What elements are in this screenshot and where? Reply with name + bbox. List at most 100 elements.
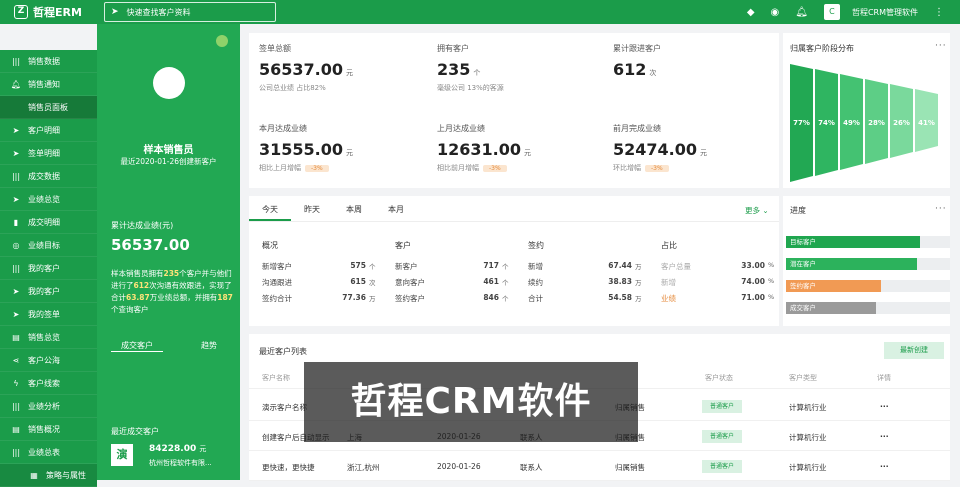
progress-more-icon[interactable]: ··· bbox=[935, 204, 947, 214]
sidebar-item[interactable]: 销售员面板 bbox=[0, 96, 97, 119]
cell-owner: 归属销售 bbox=[615, 463, 645, 472]
period-tab[interactable]: 昨天 bbox=[291, 198, 333, 221]
stat-sub: 环比增幅 -3% bbox=[613, 163, 707, 173]
cell-detail[interactable]: ··· bbox=[880, 402, 889, 411]
sidebar-item[interactable]: ▤ 销售总览 bbox=[0, 326, 97, 349]
doc-icon: ▤ bbox=[12, 424, 20, 434]
stat-number: 612 bbox=[613, 60, 647, 79]
recent-customer-name[interactable]: 杭州哲程软件有限... bbox=[149, 458, 212, 468]
tab-trend[interactable]: 趋势 bbox=[191, 340, 227, 352]
signal-icon: ▮ bbox=[13, 217, 19, 227]
overview-unit: 万 bbox=[369, 295, 376, 303]
cell-detail[interactable]: ··· bbox=[880, 432, 889, 441]
period-tabs: 今天 昨天 本周 本月 bbox=[249, 198, 779, 222]
stat-block: 上月达成业绩 12631.00 元相比前月增幅 -3% bbox=[437, 123, 531, 173]
stat-title: 累计跟进客户 bbox=[613, 44, 661, 53]
sidebar-item-label: 我的客户 bbox=[28, 263, 60, 273]
chat-icon[interactable]: ◉ bbox=[771, 7, 780, 18]
change-badge: -3% bbox=[483, 165, 507, 172]
sidebar-item[interactable]: ▤ 销售概况 bbox=[0, 418, 97, 441]
sidebar-item[interactable]: ◎ 业绩目标 bbox=[0, 234, 97, 257]
sidebar-item[interactable]: ||| 业绩分析 bbox=[0, 395, 97, 418]
sidebar-item-label: 我的客户 bbox=[28, 286, 60, 296]
stat-block: 本月达成业绩 31555.00 元相比上月增幅 -3% bbox=[259, 123, 353, 173]
period-tab[interactable]: 本月 bbox=[375, 198, 417, 221]
stat-block: 签单总额 56537.00 元公司总业绩 占比82% bbox=[259, 43, 353, 93]
theme-icon[interactable]: ◆ bbox=[747, 7, 755, 18]
sidebar-item[interactable]: ▦ 策略与属性 bbox=[0, 464, 97, 487]
bar-icon: ||| bbox=[11, 56, 21, 66]
stat-block: 累计跟进客户 612 次 bbox=[613, 43, 661, 83]
sidebar-item[interactable]: ||| 成交数据 bbox=[0, 165, 97, 188]
overview-key: 签约合计 bbox=[262, 294, 292, 303]
funnel-chart: 77% 74% 49% 28% 26% 41% bbox=[790, 64, 938, 182]
cell-detail[interactable]: ··· bbox=[880, 462, 889, 471]
send-icon: ➤ bbox=[12, 286, 20, 296]
cell-date: 2020-01-26 bbox=[437, 462, 481, 471]
sidebar-item[interactable]: ▮ 成交明细 bbox=[0, 211, 97, 234]
overview-row: 签约客户 846 个 bbox=[395, 293, 509, 309]
overview-column-header: 签约 bbox=[528, 241, 544, 250]
overview-key: 新增客户 bbox=[262, 262, 292, 271]
sidebar-item[interactable]: ⋖ 客户公海 bbox=[0, 349, 97, 372]
overview-unit: 万 bbox=[635, 295, 642, 303]
funnel-stage-label: 74% bbox=[818, 119, 835, 127]
send-icon: ➤ bbox=[12, 148, 20, 158]
sidebar-item-label: 签单明细 bbox=[28, 148, 60, 158]
sidebar-item-label: 销售概况 bbox=[28, 424, 60, 434]
stat-value: 12631.00 元 bbox=[437, 140, 531, 159]
period-more-link[interactable]: 更多 ⌄ bbox=[745, 205, 769, 216]
overview-number: 54.58 bbox=[608, 293, 632, 302]
sidebar-item[interactable]: ➤ 业绩总览 bbox=[0, 188, 97, 211]
overview-number: 74.00 bbox=[741, 277, 765, 286]
top-bar: Z 哲程ERM ➤ 快速查找客户资料 ◆ ◉ 🔔︎ C 哲程CRM管理软件 ⋮ bbox=[0, 0, 960, 24]
sidebar-item[interactable]: ||| 销售数据 bbox=[0, 50, 97, 73]
overview-number: 67.44 bbox=[608, 261, 632, 270]
sidebar-item-label: 业绩目标 bbox=[28, 240, 60, 250]
sidebar-item[interactable]: ➤ 我的客户 bbox=[0, 280, 97, 303]
bell-icon[interactable]: 🔔︎ bbox=[795, 7, 808, 18]
sidebar-item[interactable]: ➤ 客户明细 bbox=[0, 119, 97, 142]
overview-row: 新增客户 575 个 bbox=[262, 261, 376, 277]
sidebar-item[interactable]: ➤ 签单明细 bbox=[0, 142, 97, 165]
more-icon[interactable]: ⋮ bbox=[934, 7, 944, 18]
overview-number: 71.00 bbox=[741, 293, 765, 302]
salesperson-name: 样本销售员 bbox=[143, 145, 194, 156]
status-badge: 普通客户 bbox=[702, 400, 742, 413]
search-input[interactable]: ➤ 快速查找客户资料 bbox=[104, 2, 276, 22]
overview-key: 新客户 bbox=[395, 262, 418, 271]
tab-closed-customers[interactable]: 成交客户 bbox=[111, 340, 163, 352]
funnel-more-icon[interactable]: ··· bbox=[935, 41, 947, 51]
profile-tabs: 成交客户 趋势 bbox=[111, 340, 227, 352]
sidebar-item[interactable]: ϟ 客户线索 bbox=[0, 372, 97, 395]
overview-row: 续约 38.83 万 bbox=[528, 277, 642, 293]
table-header: 客户类型 bbox=[789, 374, 817, 382]
period-tab[interactable]: 本周 bbox=[333, 198, 375, 221]
bar-icon: ||| bbox=[11, 171, 21, 181]
stat-value: 31555.00 元 bbox=[259, 140, 353, 159]
stat-unit: 个 bbox=[473, 69, 481, 77]
app-logo[interactable]: Z 哲程ERM bbox=[0, 4, 100, 20]
sidebar-item[interactable]: ➤ 我的签单 bbox=[0, 303, 97, 326]
bolt-icon: ϟ bbox=[13, 378, 19, 388]
progress-fill: 成交客户 bbox=[786, 302, 877, 314]
stat-block: 前月完成业绩 52474.00 元环比增幅 -3% bbox=[613, 123, 707, 173]
stat-title: 前月完成业绩 bbox=[613, 124, 661, 133]
period-tab[interactable]: 今天 bbox=[249, 198, 291, 221]
status-badge: 普通客户 bbox=[702, 460, 742, 473]
sidebar-item[interactable]: ||| 业绩总表 bbox=[0, 441, 97, 464]
user-avatar[interactable]: C bbox=[823, 4, 840, 20]
stat-unit: 元 bbox=[700, 149, 708, 157]
cursor-dot-icon bbox=[216, 35, 228, 47]
total-performance-value: 56537.00 bbox=[111, 236, 190, 254]
overview-unit: 次 bbox=[369, 279, 376, 287]
overview-column: 客户 新客户 717 个意向客户 461 个签约客户 846 个 bbox=[395, 240, 509, 309]
overview-row: 合计 54.58 万 bbox=[528, 293, 642, 309]
newest-created-button[interactable]: 最新创建 bbox=[884, 342, 944, 359]
stat-sub-text: 相比前月增幅 bbox=[437, 164, 479, 172]
sidebar-item[interactable]: ||| 我的客户 bbox=[0, 257, 97, 280]
cell-contact: 联系人 bbox=[520, 463, 543, 472]
company-name[interactable]: 哲程CRM管理软件 bbox=[852, 7, 918, 18]
cell-type: 计算机行业 bbox=[789, 403, 827, 412]
sidebar-item[interactable]: 🔔︎ 销售通知 bbox=[0, 73, 97, 96]
